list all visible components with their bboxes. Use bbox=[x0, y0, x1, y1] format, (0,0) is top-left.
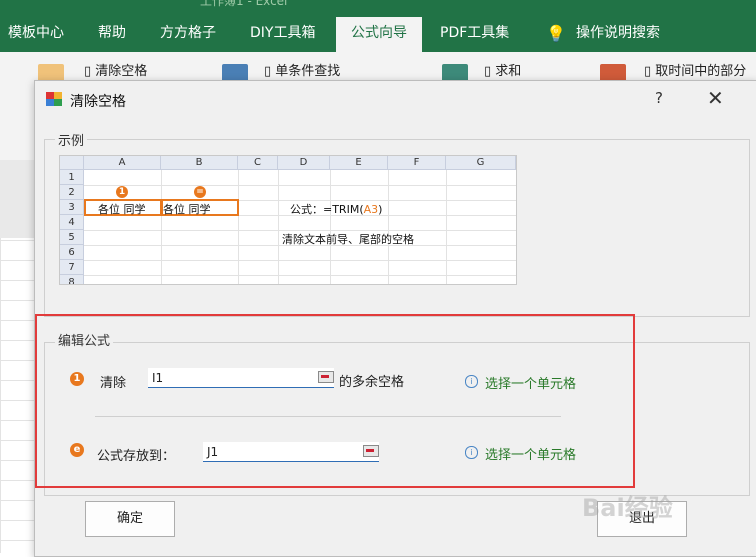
lightbulb-icon: 💡 bbox=[546, 24, 566, 43]
row-head-6: 6 bbox=[60, 245, 84, 260]
grid-line bbox=[278, 170, 279, 284]
help-button[interactable]: ? bbox=[655, 89, 663, 107]
grid-line bbox=[84, 260, 516, 261]
tab-formula-wizard[interactable]: 公式向导 bbox=[336, 17, 422, 52]
row-head-3: 3 bbox=[60, 200, 84, 215]
col-head-a: A bbox=[84, 156, 161, 170]
col-head-d: D bbox=[278, 156, 330, 170]
ribbon-item-label: 清除空格 bbox=[95, 64, 148, 79]
example-spreadsheet: A B C D E F G 1 2 3 4 5 6 7 8 1 = 各位 同学 … bbox=[59, 155, 517, 285]
grid-line bbox=[161, 170, 162, 284]
row-head-4: 4 bbox=[60, 215, 84, 230]
grid-line bbox=[388, 170, 389, 284]
ribbon-item-time-part[interactable]: ▯ 取时间中的部分 bbox=[644, 60, 756, 79]
close-button[interactable]: ✕ bbox=[707, 86, 724, 110]
marker-1-icon: 1 bbox=[116, 186, 128, 198]
formula-ref: A3 bbox=[363, 203, 379, 216]
col-head-b: B bbox=[161, 156, 238, 170]
formula-text: =TRIM( bbox=[323, 203, 364, 216]
ribbon-item-clear-space[interactable]: ▯ 清除空格 bbox=[84, 60, 147, 79]
row-head-5: 5 bbox=[60, 230, 84, 245]
ribbon-item-label: 单条件查找 bbox=[275, 64, 341, 79]
example-group-label: 示例 bbox=[55, 130, 88, 149]
bookmark-icon: ▯ bbox=[84, 64, 92, 79]
tab-diy-toolbox[interactable]: DIY工具箱 bbox=[250, 17, 315, 52]
bookmark-icon: ▯ bbox=[644, 64, 652, 79]
row-head-2: 2 bbox=[60, 185, 84, 200]
ribbon-item-label: 求和 bbox=[495, 64, 522, 79]
formula-label: 公式： bbox=[290, 203, 323, 216]
grid-line bbox=[84, 275, 516, 276]
row-head-1: 1 bbox=[60, 170, 84, 185]
grid-line bbox=[84, 185, 516, 186]
bookmark-icon: ▯ bbox=[264, 64, 272, 79]
ribbon-item-sum[interactable]: ▯ 求和 bbox=[484, 60, 521, 79]
cell-a3: 各位 同学 bbox=[98, 203, 146, 216]
tab-fangfang-gezi[interactable]: 方方格子 bbox=[160, 17, 216, 52]
cell-b3: 各位 同学 bbox=[163, 203, 211, 216]
grid-line bbox=[330, 170, 331, 284]
tab-search-instructions[interactable]: 操作说明搜索 bbox=[576, 17, 660, 52]
tab-template-center[interactable]: 模板中心 bbox=[8, 17, 64, 52]
ok-button[interactable]: 确定 bbox=[85, 501, 175, 537]
annotation-highlight-box bbox=[35, 314, 635, 488]
formula-text-end: ) bbox=[378, 203, 383, 216]
col-head-c: C bbox=[238, 156, 278, 170]
grid-corner bbox=[60, 156, 84, 170]
bookmark-icon: ▯ bbox=[484, 64, 492, 79]
tab-help[interactable]: 帮助 bbox=[98, 17, 126, 52]
dialog-title: 清除空格 bbox=[70, 94, 126, 110]
col-head-e: E bbox=[330, 156, 388, 170]
ribbon-item-label: 取时间中的部分 bbox=[655, 64, 747, 79]
formula-example: 公式：=TRIM(A3) bbox=[290, 201, 382, 217]
tab-pdf-toolset[interactable]: PDF工具集 bbox=[440, 17, 509, 52]
example-description: 清除文本前导、尾部的空格 bbox=[282, 233, 414, 246]
watermark: Bai经验 bbox=[582, 494, 673, 522]
marker-2-icon: = bbox=[194, 186, 206, 198]
row-head-7: 7 bbox=[60, 260, 84, 275]
window-title: 工作簿1 - Excel bbox=[200, 0, 288, 8]
row-head-8: 8 bbox=[60, 275, 84, 284]
ribbon-item-single-lookup[interactable]: ▯ 单条件查找 bbox=[264, 60, 340, 79]
grid-line bbox=[238, 170, 239, 284]
col-head-g: G bbox=[446, 156, 516, 170]
ribbon-tab-bar: 工作簿1 - Excel 模板中心 帮助 方方格子 DIY工具箱 公式向导 PD… bbox=[0, 0, 756, 52]
col-head-f: F bbox=[388, 156, 446, 170]
app-icon bbox=[46, 92, 62, 106]
grid-line bbox=[446, 170, 447, 284]
